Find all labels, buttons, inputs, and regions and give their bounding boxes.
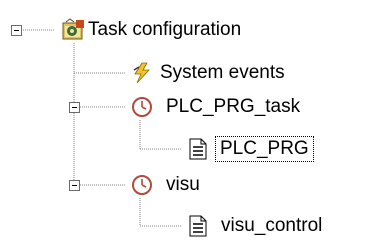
lightning-icon — [130, 61, 154, 85]
task-configuration-icon — [62, 18, 86, 42]
clock-icon — [130, 95, 154, 119]
tree-node-plc-prg[interactable]: PLC_PRG — [0, 134, 373, 164]
document-icon — [186, 137, 210, 161]
collapse-toggle[interactable] — [11, 25, 22, 36]
document-icon — [186, 214, 210, 238]
tree-node-plc-prg-task[interactable]: PLC_PRG_task — [0, 92, 360, 122]
tree-node-label: PLC_PRG_task — [166, 96, 301, 117]
tree-node-system-events[interactable]: System events — [0, 58, 340, 88]
task-tree: Task configuration System events PLC_PRG… — [0, 0, 373, 241]
tree-node-label: Task configuration — [88, 19, 242, 40]
collapse-toggle[interactable] — [69, 180, 80, 191]
tree-node-task-configuration[interactable]: Task configuration — [0, 15, 320, 45]
tree-node-visu-control[interactable]: visu_control — [0, 211, 373, 241]
tree-node-label: PLC_PRG — [215, 136, 314, 162]
tree-node-label: System events — [160, 62, 285, 83]
tree-node-label: visu — [166, 174, 200, 195]
clock-icon — [130, 173, 154, 197]
tree-node-visu[interactable]: visu — [0, 170, 260, 200]
tree-node-label: visu_control — [221, 215, 323, 236]
collapse-toggle[interactable] — [69, 102, 80, 113]
